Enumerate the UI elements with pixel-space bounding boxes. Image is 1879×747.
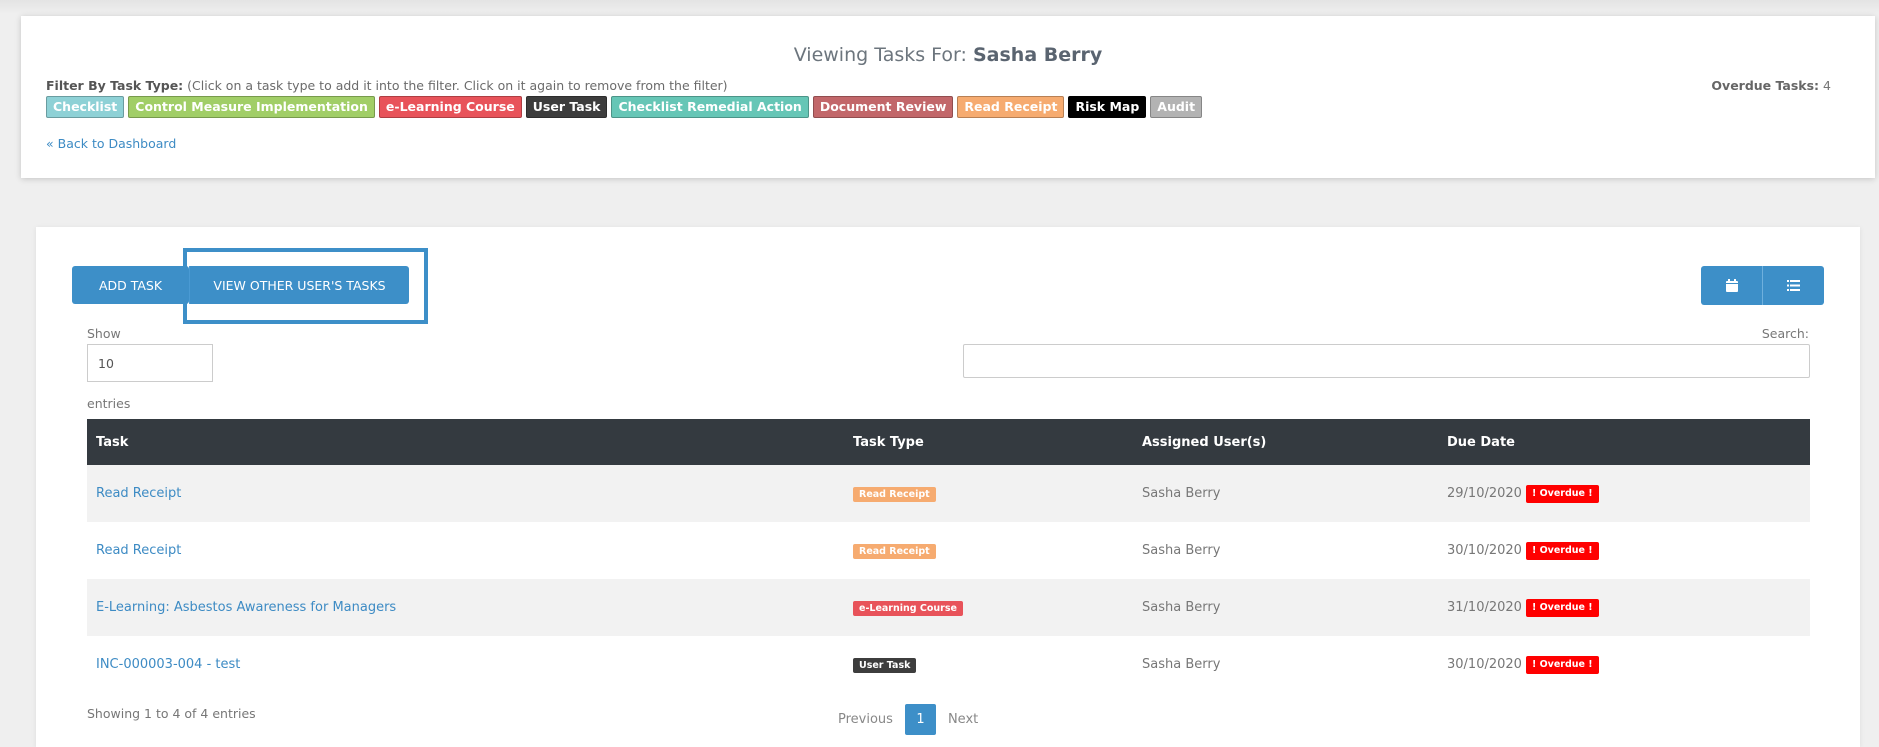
view-toggle-group (1701, 266, 1824, 305)
table-body: Read Receipt Read Receipt Sasha Berry 29… (87, 465, 1810, 693)
due-date: 30/10/2020 (1447, 657, 1522, 672)
overdue-tasks-count: Overdue Tasks: 4 (1711, 78, 1831, 93)
tasks-table: Task Task Type Assigned User(s) Due Date… (87, 419, 1810, 693)
assigned-user: Sasha Berry (1142, 600, 1221, 615)
pagination: Previous 1 Next (826, 704, 990, 735)
back-to-dashboard-link[interactable]: « Back to Dashboard (46, 136, 176, 151)
overdue-badge: ! Overdue ! (1525, 655, 1599, 674)
task-link[interactable]: INC-000003-004 - test (96, 657, 240, 672)
filter-chip-audit[interactable]: Audit (1150, 96, 1203, 118)
list-view-button[interactable] (1763, 266, 1824, 305)
page-1-button[interactable]: 1 (904, 704, 936, 735)
entries-label: entries (87, 396, 131, 411)
showing-entries-info: Showing 1 to 4 of 4 entries (87, 706, 256, 721)
task-type-badge: User Task (853, 657, 917, 673)
overdue-badge: ! Overdue ! (1525, 598, 1599, 617)
task-type-badge: Read Receipt (853, 543, 936, 559)
filter-chip-read-receipt[interactable]: Read Receipt (957, 96, 1065, 118)
show-label: Show (87, 326, 121, 341)
table-row: INC-000003-004 - test User Task Sasha Be… (87, 636, 1810, 693)
table-header-row: Task Task Type Assigned User(s) Due Date (87, 419, 1810, 465)
column-header-task[interactable]: Task (87, 435, 844, 450)
task-type-badge: e-Learning Course (853, 600, 963, 616)
filter-hint: (Click on a task type to add it into the… (187, 78, 728, 93)
overdue-label: Overdue Tasks: (1711, 78, 1820, 93)
calendar-view-button[interactable] (1701, 266, 1763, 305)
task-filter-header: Viewing Tasks For: Sasha Berry Filter By… (21, 16, 1875, 178)
due-date: 30/10/2020 (1447, 543, 1522, 558)
filter-chip-elearning[interactable]: e-Learning Course (378, 96, 522, 118)
overdue-value: 4 (1823, 78, 1831, 93)
task-link[interactable]: Read Receipt (96, 543, 181, 558)
filter-chip-control-measure[interactable]: Control Measure Implementation (128, 96, 375, 118)
search-input[interactable] (963, 344, 1810, 378)
page-title: Viewing Tasks For: Sasha Berry (21, 44, 1875, 66)
top-shadow (0, 0, 1879, 14)
entries-per-page-select[interactable]: 10 (87, 344, 213, 382)
task-link[interactable]: E-Learning: Asbestos Awareness for Manag… (96, 600, 396, 615)
filter-chip-document-review[interactable]: Document Review (812, 96, 954, 118)
task-type-filter-chips: Checklist Control Measure Implementation… (46, 96, 1203, 118)
task-type-badge: Read Receipt (853, 486, 936, 502)
table-row: E-Learning: Asbestos Awareness for Manag… (87, 579, 1810, 636)
column-header-task-type[interactable]: Task Type (844, 435, 1133, 450)
next-page-button[interactable]: Next (936, 712, 990, 727)
column-header-assigned-users[interactable]: Assigned User(s) (1133, 435, 1438, 450)
search-label: Search: (1761, 326, 1809, 341)
list-icon (1787, 280, 1800, 291)
assigned-user: Sasha Berry (1142, 657, 1221, 672)
viewing-prefix: Viewing Tasks For: (793, 44, 967, 66)
due-date: 31/10/2020 (1447, 600, 1522, 615)
overdue-badge: ! Overdue ! (1525, 484, 1599, 503)
add-task-button[interactable]: ADD TASK (72, 266, 189, 304)
calendar-icon (1725, 279, 1738, 292)
filter-chip-user-task[interactable]: User Task (525, 96, 608, 118)
task-link[interactable]: Read Receipt (96, 486, 181, 501)
assigned-user: Sasha Berry (1142, 543, 1221, 558)
tasks-panel: ADD TASK VIEW OTHER USER'S TASKS Show 10… (36, 227, 1860, 747)
table-row: Read Receipt Read Receipt Sasha Berry 30… (87, 522, 1810, 579)
filter-chip-checklist[interactable]: Checklist (46, 96, 125, 118)
filter-chip-checklist-remedial[interactable]: Checklist Remedial Action (611, 96, 809, 118)
overdue-badge: ! Overdue ! (1525, 541, 1599, 560)
viewing-user: Sasha Berry (972, 44, 1103, 66)
previous-page-button[interactable]: Previous (826, 712, 905, 727)
due-date: 29/10/2020 (1447, 486, 1522, 501)
filter-label: Filter By Task Type: (46, 78, 184, 93)
filter-instructions: Filter By Task Type: (Click on a task ty… (46, 78, 728, 93)
filter-chip-risk-map[interactable]: Risk Map (1068, 96, 1147, 118)
column-header-due-date[interactable]: Due Date (1438, 435, 1810, 450)
assigned-user: Sasha Berry (1142, 486, 1221, 501)
table-row: Read Receipt Read Receipt Sasha Berry 29… (87, 465, 1810, 522)
highlight-outline (183, 248, 428, 324)
